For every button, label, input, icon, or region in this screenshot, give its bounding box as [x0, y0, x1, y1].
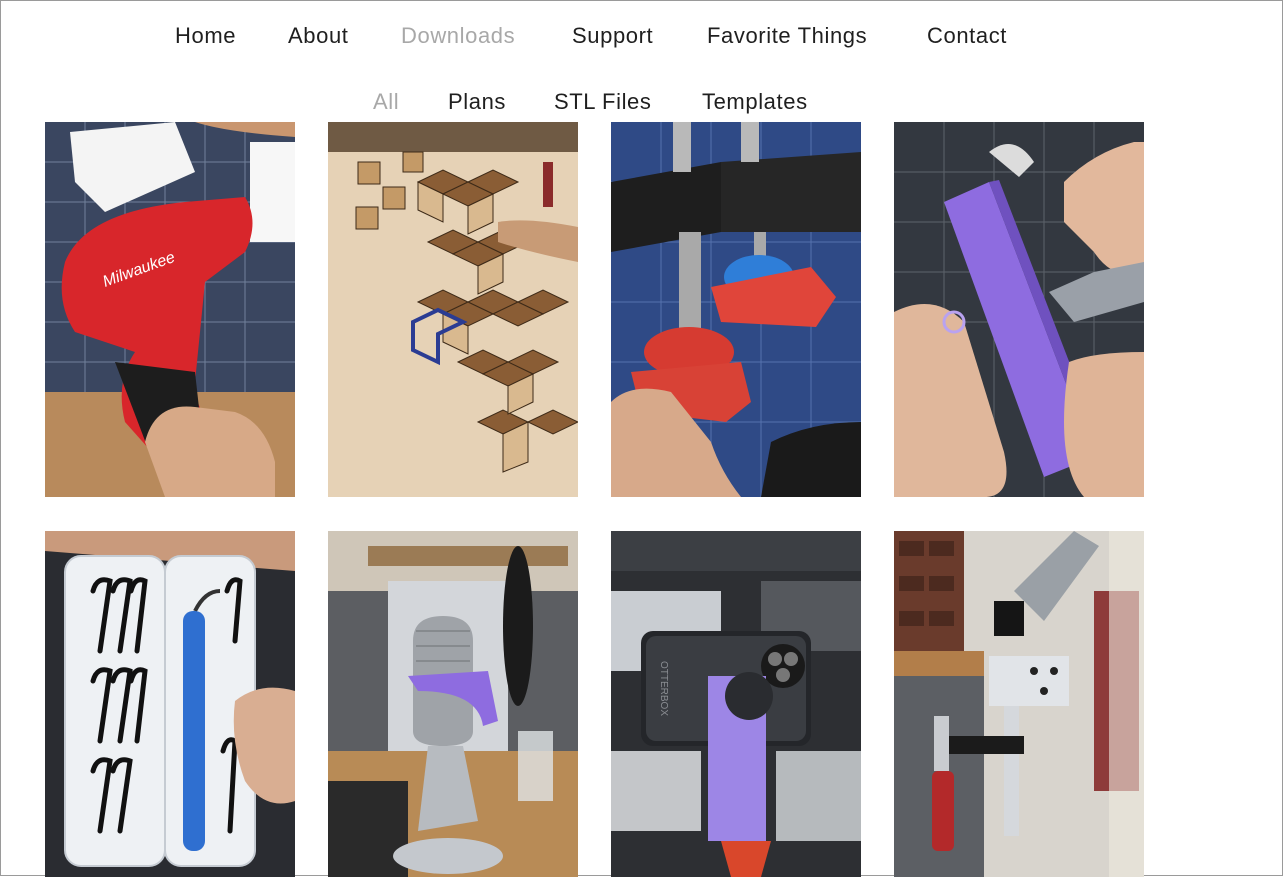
- gallery-tile-wood-parquet[interactable]: [328, 122, 578, 497]
- gallery-tile-bench-clamp[interactable]: [894, 531, 1144, 877]
- bench-clamp-photo-icon: [894, 531, 1144, 877]
- filter-templates[interactable]: Templates: [702, 89, 808, 115]
- gallery-tile-clamp-pads[interactable]: [611, 122, 861, 497]
- filter-stl-files[interactable]: STL Files: [554, 89, 652, 115]
- gallery-tile-purple-block[interactable]: [894, 122, 1144, 497]
- nav-downloads[interactable]: Downloads: [401, 23, 515, 49]
- nav-home[interactable]: Home: [175, 23, 236, 49]
- gallery-tile-phone-mount[interactable]: OTTERBOX: [611, 531, 861, 877]
- main-nav: Home About Downloads Support Favorite Th…: [1, 1, 1283, 71]
- filter-plans[interactable]: Plans: [448, 89, 506, 115]
- deburring-tool-case-photo-icon: [45, 531, 295, 877]
- phone-mount-photo-icon: OTTERBOX: [611, 531, 861, 877]
- microphone-mount-photo-icon: [328, 531, 578, 877]
- gallery-tile-microphone[interactable]: [328, 531, 578, 877]
- filter-all[interactable]: All: [373, 89, 399, 115]
- phone-case-brand-text: OTTERBOX: [658, 661, 669, 716]
- gallery-tile-drill[interactable]: Milwaukee: [45, 122, 295, 497]
- drill-photo-icon: Milwaukee: [45, 122, 295, 497]
- purple-block-carving-photo-icon: [894, 122, 1144, 497]
- clamp-pads-photo-icon: [611, 122, 861, 497]
- nav-about[interactable]: About: [288, 23, 349, 49]
- wood-parquet-photo-icon: [328, 122, 578, 497]
- nav-favorite-things[interactable]: Favorite Things: [707, 23, 867, 49]
- nav-support[interactable]: Support: [572, 23, 653, 49]
- nav-contact[interactable]: Contact: [927, 23, 1007, 49]
- gallery-tile-deburring-tool[interactable]: [45, 531, 295, 877]
